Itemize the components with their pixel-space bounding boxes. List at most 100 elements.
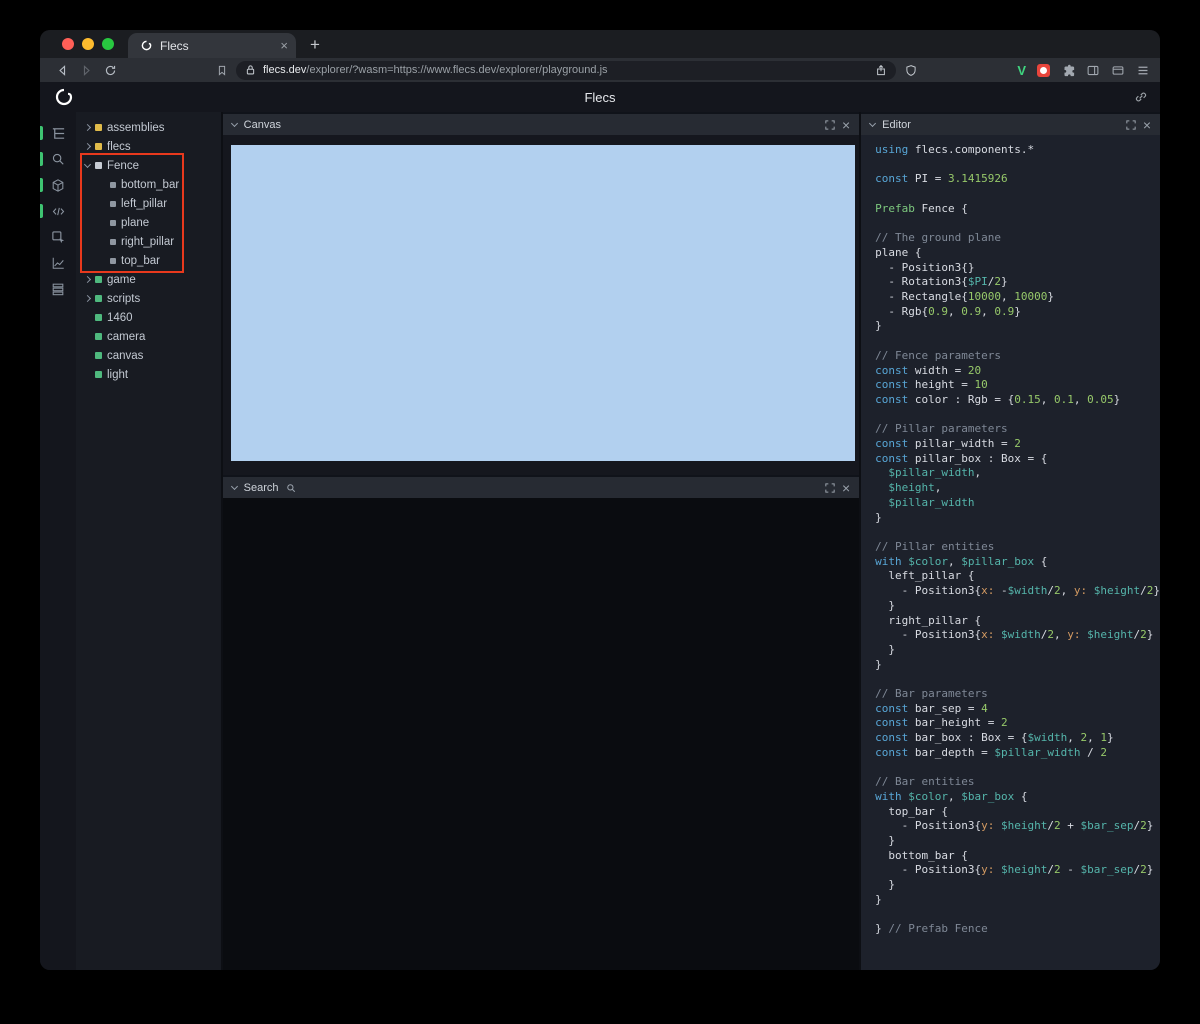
zoom-window-button[interactable] bbox=[102, 38, 114, 50]
chevron-down-icon[interactable] bbox=[869, 119, 877, 127]
code-line: $height, bbox=[888, 481, 942, 495]
search-panel-title: Search bbox=[243, 481, 279, 494]
close-panel-icon[interactable]: × bbox=[842, 118, 850, 132]
expand-panel-icon[interactable] bbox=[825, 482, 835, 493]
entity-square-icon bbox=[95, 276, 102, 283]
code-line: } // Prefab Fence bbox=[875, 922, 988, 936]
code-line: const bar_height = 2 bbox=[875, 716, 1008, 730]
back-icon[interactable] bbox=[50, 64, 74, 77]
tree-item-light[interactable]: light bbox=[76, 365, 221, 384]
tree-item-label: camera bbox=[107, 330, 146, 343]
flecs-logo-icon[interactable] bbox=[53, 86, 75, 108]
bookmark-icon[interactable] bbox=[216, 64, 228, 77]
code-line: } bbox=[875, 510, 882, 524]
expand-panel-icon[interactable] bbox=[825, 119, 835, 130]
side-panel-icon[interactable] bbox=[1086, 64, 1100, 77]
code-line: } bbox=[875, 878, 896, 892]
code-line: // Pillar parameters bbox=[875, 422, 1008, 436]
tree-item-right_pillar[interactable]: right_pillar bbox=[76, 232, 221, 251]
share-icon[interactable] bbox=[875, 64, 887, 77]
chevron-collapsed-icon[interactable] bbox=[83, 275, 92, 284]
code-editor[interactable]: using flecs.components.* const PI = 3.14… bbox=[861, 135, 1160, 970]
tree-item-label: 1460 bbox=[107, 311, 133, 324]
tree-item-plane[interactable]: plane bbox=[76, 213, 221, 232]
tree-item-scripts[interactable]: scripts bbox=[76, 289, 221, 308]
share-link-icon[interactable] bbox=[1134, 90, 1148, 104]
new-tab-button[interactable]: + bbox=[310, 36, 320, 53]
tree-item-camera[interactable]: camera bbox=[76, 327, 221, 346]
extensions-area: V bbox=[1017, 63, 1150, 78]
window-controls bbox=[40, 38, 128, 50]
flecs-favicon-icon bbox=[140, 39, 153, 52]
minimize-window-button[interactable] bbox=[82, 38, 94, 50]
browser-tab[interactable]: Flecs × bbox=[128, 33, 296, 58]
close-panel-icon[interactable]: × bbox=[1143, 118, 1151, 132]
shield-icon[interactable] bbox=[905, 64, 917, 77]
search-icon[interactable] bbox=[40, 146, 76, 172]
chevron-down-icon[interactable] bbox=[230, 119, 238, 127]
tree-item-label: plane bbox=[121, 216, 150, 229]
chevron-down-icon[interactable] bbox=[230, 482, 238, 490]
entity-square-icon bbox=[95, 162, 102, 169]
code-line: // Pillar entities bbox=[875, 539, 995, 553]
entity-square-icon bbox=[95, 371, 102, 378]
close-panel-icon[interactable]: × bbox=[842, 481, 850, 495]
close-tab-icon[interactable]: × bbox=[280, 38, 288, 53]
close-window-button[interactable] bbox=[62, 38, 74, 50]
browser-tab-bar: Flecs × + bbox=[40, 30, 1160, 58]
canvas-panel-header: Canvas × bbox=[222, 114, 860, 135]
browser-window: Flecs × + flecs.dev/explorer/?wasm=https… bbox=[40, 30, 1160, 970]
lock-icon[interactable] bbox=[245, 64, 256, 76]
chevron-collapsed-icon[interactable] bbox=[83, 294, 92, 303]
extension-red-icon[interactable] bbox=[1037, 63, 1050, 77]
tree-item-left_pillar[interactable]: left_pillar bbox=[76, 194, 221, 213]
tree-item-label: right_pillar bbox=[121, 235, 175, 248]
code-line: } bbox=[875, 834, 896, 848]
tree-item-game[interactable]: game bbox=[76, 270, 221, 289]
url-path: /explorer/?wasm=https://www.flecs.dev/ex… bbox=[306, 64, 608, 76]
tree-item-flecs[interactable]: flecs bbox=[76, 137, 221, 156]
expand-panel-icon[interactable] bbox=[1126, 119, 1136, 130]
queries-icon[interactable] bbox=[40, 276, 76, 302]
editor-panel-header: Editor × bbox=[861, 114, 1160, 135]
code-line: const pillar_width = 2 bbox=[875, 437, 1021, 451]
search-panel-content[interactable] bbox=[222, 498, 860, 970]
forward-icon[interactable] bbox=[74, 64, 98, 77]
reload-icon[interactable] bbox=[98, 64, 122, 77]
wallet-icon[interactable] bbox=[1111, 64, 1125, 77]
tree-item-top_bar[interactable]: top_bar bbox=[76, 251, 221, 270]
code-icon[interactable] bbox=[40, 198, 76, 224]
code-line: left_pillar { bbox=[875, 569, 975, 583]
extensions-puzzle-icon[interactable] bbox=[1061, 63, 1075, 77]
stats-icon[interactable] bbox=[40, 250, 76, 276]
chevron-expanded-icon[interactable] bbox=[83, 160, 92, 169]
chevron-collapsed-icon[interactable] bbox=[83, 142, 92, 151]
tree-item-assemblies[interactable]: assemblies bbox=[76, 118, 221, 137]
inspector-icon[interactable] bbox=[40, 224, 76, 250]
code-line: - Position3{y: $height/2 + $bar_sep/2} bbox=[875, 819, 1154, 833]
address-bar[interactable]: flecs.dev/explorer/?wasm=https://www.fle… bbox=[236, 60, 896, 80]
entity-tree-icon[interactable] bbox=[40, 120, 76, 146]
tree-item-bottom_bar[interactable]: bottom_bar bbox=[76, 175, 221, 194]
entity-square-icon bbox=[110, 219, 116, 226]
code-line: // Fence parameters bbox=[875, 348, 1002, 362]
entities-cube-icon[interactable] bbox=[40, 172, 76, 198]
tree-item-canvas[interactable]: canvas bbox=[76, 346, 221, 365]
center-column: Canvas × Search × bbox=[220, 112, 860, 970]
menu-icon[interactable] bbox=[1136, 64, 1150, 77]
tree-item-label: light bbox=[107, 368, 129, 381]
url-text[interactable]: flecs.dev/explorer/?wasm=https://www.fle… bbox=[263, 64, 868, 76]
chevron-collapsed-icon[interactable] bbox=[83, 123, 92, 132]
webgl-canvas[interactable] bbox=[230, 145, 856, 461]
app-header: Flecs bbox=[40, 82, 1160, 112]
code-line: } bbox=[875, 598, 896, 612]
tree-item-Fence[interactable]: Fence bbox=[76, 156, 221, 175]
tree-item-1460[interactable]: 1460 bbox=[76, 308, 221, 327]
entity-square-icon bbox=[110, 200, 116, 207]
code-line: } bbox=[875, 892, 882, 906]
extension-v-icon[interactable]: V bbox=[1017, 63, 1026, 78]
